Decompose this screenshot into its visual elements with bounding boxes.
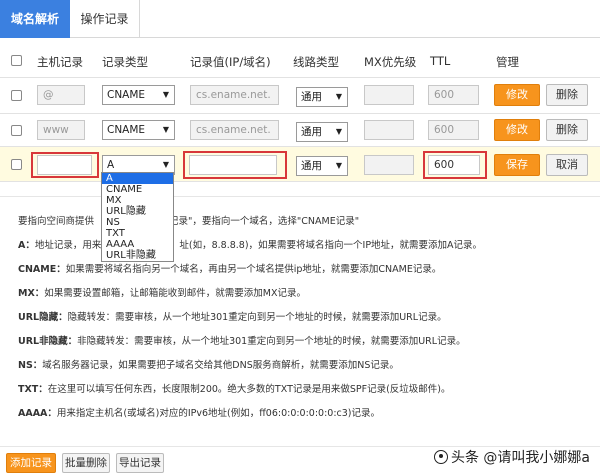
column-header-line: 线路类型 xyxy=(293,55,339,69)
row-checkbox[interactable] xyxy=(11,125,22,136)
help-item-url-hidden: URL隐藏：隐藏转发：需要审核，从一个地址301重定向到另一个地址的时候，就需要… xyxy=(18,309,447,323)
value-field[interactable]: cs.ename.net. xyxy=(190,120,279,140)
value-field[interactable]: cs.ename.net. xyxy=(190,85,279,105)
new-record-row: A ▼ 通用 ▼ 600 保存 取消 xyxy=(0,146,600,182)
help-text: 地址记录，用来 xyxy=(34,240,102,251)
help-key: AAAA： xyxy=(18,408,57,419)
edit-button[interactable]: 修改 xyxy=(494,84,540,106)
column-header-type: 记录类型 xyxy=(102,55,148,69)
mx-priority-field[interactable] xyxy=(364,85,414,105)
help-item-txt: TXT：在这里可以填写任何东西，长度限制200。绝大多数的TXT记录是用来做SP… xyxy=(18,381,451,395)
option-txt[interactable]: TXT xyxy=(102,228,173,239)
help-text: 如果需要将域名指向另一个域名，再由另一个域名提供ip地址，就需要添加CNAME记… xyxy=(65,264,442,275)
ttl-input[interactable]: 600 xyxy=(428,155,480,175)
column-header-value: 记录值(IP/域名) xyxy=(190,55,271,69)
caret-down-icon: ▼ xyxy=(162,90,169,99)
watermark-logo-icon xyxy=(433,450,448,464)
help-text-tail: 址(如，8.8.8.8)，如果需要将域名指向一个IP地址，就需要添加A记录。 xyxy=(179,240,483,251)
help-key: NS： xyxy=(18,360,43,371)
row-checkbox[interactable] xyxy=(11,159,22,170)
help-item-mx: MX：如果需要设置邮箱，让邮箱能收到邮件，就需要添加MX记录。 xyxy=(18,285,306,299)
help-key: A： xyxy=(18,240,35,251)
line-select-value: 通用 xyxy=(301,91,322,103)
export-records-button[interactable]: 导出记录 xyxy=(116,453,164,473)
host-field[interactable]: www xyxy=(37,120,85,140)
option-mx[interactable]: MX xyxy=(102,195,173,206)
help-text: 如果需要设置邮箱，让邮箱能收到邮件，就需要添加MX记录。 xyxy=(44,288,306,299)
help-key: TXT： xyxy=(18,384,48,395)
line-select-value: 通用 xyxy=(301,160,322,172)
host-input[interactable] xyxy=(37,155,92,175)
help-item-aaaa: AAAA：用来指定主机名(或域名)对应的IPv6地址(例如，ff06:0:0:0… xyxy=(18,405,380,419)
help-key: CNAME： xyxy=(18,264,66,275)
help-item-a: A：地址记录，用来 址(如，8.8.8.8)，如果需要将域名指向一个IP地址，就需… xyxy=(18,237,482,251)
row-checkbox[interactable] xyxy=(11,90,22,101)
save-button[interactable]: 保存 xyxy=(494,154,540,176)
caret-down-icon: ▼ xyxy=(335,161,342,170)
value-input[interactable] xyxy=(189,155,277,175)
help-text: 用来指定主机名(或域名)对应的IPv6地址(例如，ff06:0:0:0:0:0:… xyxy=(56,408,381,419)
table-row: @ CNAME ▼ cs.ename.net. 通用 ▼ 600 修改 删除 xyxy=(0,78,600,114)
option-url-hidden[interactable]: URL隐藏 xyxy=(102,206,173,217)
help-key: URL隐藏： xyxy=(18,312,68,323)
help-text: 非隐藏转发：需要审核，从一个地址301重定向到另一个地址的时候，就需要添加URL… xyxy=(77,336,466,347)
line-select[interactable]: 通用 ▼ xyxy=(296,87,348,107)
record-type-dropdown: A CNAME MX URL隐藏 NS TXT AAAA URL非隐藏 xyxy=(101,172,174,262)
option-aaaa[interactable]: AAAA xyxy=(102,239,173,250)
type-select-value: A xyxy=(107,159,115,171)
cancel-button[interactable]: 取消 xyxy=(546,154,588,176)
help-item-ns: NS：域名服务器记录，如果需要把子域名交给其他DNS服务商解析，就需要添加NS记… xyxy=(18,357,399,371)
help-key: URL非隐藏： xyxy=(18,336,78,347)
help-intro: 要指向空间商提供 记录"，要指向一个域名，选择"CNAME记录" xyxy=(18,213,359,227)
caret-down-icon: ▼ xyxy=(162,125,169,134)
table-row: www CNAME ▼ cs.ename.net. 通用 ▼ 600 修改 删除 xyxy=(0,113,600,149)
caret-down-icon: ▼ xyxy=(335,92,342,101)
select-all-checkbox[interactable] xyxy=(11,55,22,66)
help-text: 隐藏转发：需要审核，从一个地址301重定向到另一个地址的时候，就需要添加URL记… xyxy=(67,312,447,323)
add-record-button[interactable]: 添加记录 xyxy=(6,453,56,473)
help-intro-text: 要指向空间商提供 xyxy=(18,216,95,227)
help-item-url-not-hidden: URL非隐藏：非隐藏转发：需要审核，从一个地址301重定向到另一个地址的时候，就… xyxy=(18,333,466,347)
option-ns[interactable]: NS xyxy=(102,217,173,228)
type-select-value: CNAME xyxy=(107,124,146,136)
delete-button[interactable]: 删除 xyxy=(546,119,588,141)
help-text: 在这里可以填写任何东西，长度限制200。绝大多数的TXT记录是用来做SPF记录(… xyxy=(47,384,451,395)
table-header: 主机记录 记录类型 记录值(IP/域名) 线路类型 MX优先级 TTL 管理 xyxy=(0,46,600,78)
line-select-value: 通用 xyxy=(301,126,322,138)
tab-dns-resolution[interactable]: 域名解析 xyxy=(0,0,70,38)
type-select[interactable]: CNAME ▼ xyxy=(102,85,175,105)
watermark-text: 头条 @请叫我小娜娜a xyxy=(450,450,590,466)
column-header-host: 主机记录 xyxy=(37,55,83,69)
host-field[interactable]: @ xyxy=(37,85,85,105)
type-select[interactable]: CNAME ▼ xyxy=(102,120,175,140)
help-text: 域名服务器记录，如果需要把子域名交给其他DNS服务商解析，就需要添加NS记录。 xyxy=(42,360,399,371)
type-select-value: CNAME xyxy=(107,89,146,101)
ttl-field[interactable]: 600 xyxy=(428,85,479,105)
help-item-cname: CNAME：如果需要将域名指向另一个域名，再由另一个域名提供ip地址，就需要添加… xyxy=(18,261,441,275)
tab-bar: 域名解析 操作记录 xyxy=(0,0,600,38)
delete-button[interactable]: 删除 xyxy=(546,84,588,106)
tab-operation-log[interactable]: 操作记录 xyxy=(70,0,140,38)
column-header-ttl: TTL xyxy=(430,54,451,68)
batch-delete-button[interactable]: 批量删除 xyxy=(62,453,110,473)
line-select[interactable]: 通用 ▼ xyxy=(296,156,348,176)
caret-down-icon: ▼ xyxy=(335,127,342,136)
help-intro-tail: 记录"，要指向一个域名，选择"CNAME记录" xyxy=(169,216,360,227)
line-select[interactable]: 通用 ▼ xyxy=(296,122,348,142)
option-url-not-hidden[interactable]: URL非隐藏 xyxy=(102,250,173,261)
ttl-field[interactable]: 600 xyxy=(428,120,479,140)
mx-priority-field[interactable] xyxy=(364,120,414,140)
option-cname[interactable]: CNAME xyxy=(102,184,173,195)
column-header-manage: 管理 xyxy=(496,55,519,69)
edit-button[interactable]: 修改 xyxy=(494,119,540,141)
column-header-mx: MX优先级 xyxy=(364,55,417,69)
help-panel: 要指向空间商提供 记录"，要指向一个域名，选择"CNAME记录" A：地址记录，用… xyxy=(0,196,600,434)
option-a[interactable]: A xyxy=(102,173,173,184)
watermark: 头条 @请叫我小娜娜a xyxy=(433,447,590,467)
mx-priority-field[interactable] xyxy=(364,155,414,175)
help-key: MX： xyxy=(18,288,45,299)
